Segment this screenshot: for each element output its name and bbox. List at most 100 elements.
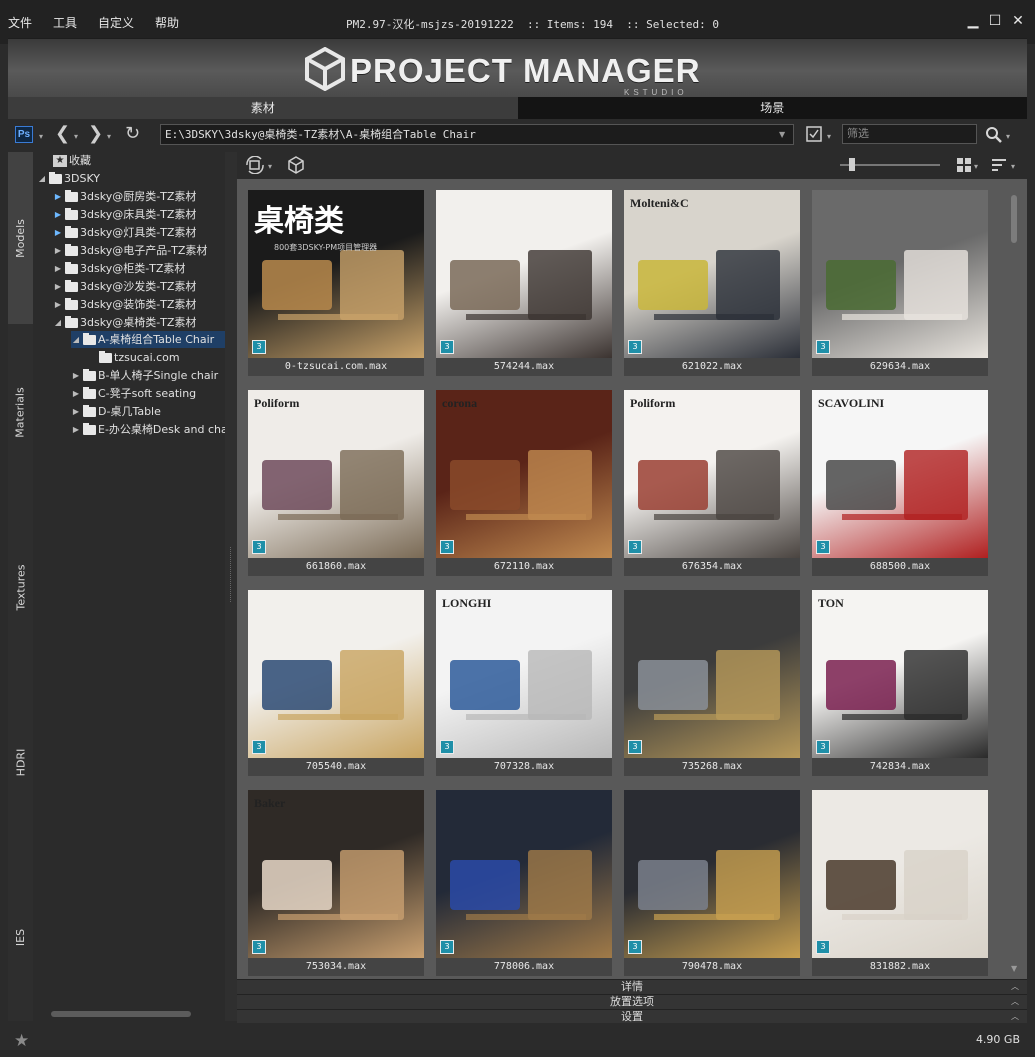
- collapse-arrow-icon[interactable]: ◢: [37, 170, 47, 187]
- panel-splitter[interactable]: [225, 152, 237, 1021]
- asset-card[interactable]: 3 735268.max: [624, 590, 800, 776]
- expand-arrow-icon[interactable]: ▶: [53, 296, 63, 313]
- tree-item[interactable]: ▶ 3dsky@厨房类-TZ素材: [53, 188, 196, 205]
- tree-item[interactable]: ▶ 3dsky@沙发类-TZ素材: [53, 278, 196, 295]
- path-input[interactable]: E:\3DSKY\3dsky@桌椅类-TZ素材\A-桌椅组合Table Chai…: [160, 124, 794, 145]
- checklist-dropdown-icon[interactable]: ▾: [827, 132, 831, 141]
- asset-thumbnail[interactable]: LONGHI 3: [436, 590, 612, 758]
- expand-arrow-icon[interactable]: ▶: [71, 421, 81, 438]
- tree-item[interactable]: ◢ 3dsky@桌椅类-TZ素材: [53, 314, 196, 331]
- asset-thumbnail[interactable]: SCAVOLINI 3: [812, 390, 988, 558]
- expand-arrow-icon[interactable]: ▶: [53, 224, 63, 241]
- asset-card[interactable]: 3 778006.max: [436, 790, 612, 976]
- back-dropdown-icon[interactable]: ▾: [74, 132, 78, 141]
- checklist-icon[interactable]: [806, 126, 824, 143]
- vtab-models[interactable]: Models: [8, 152, 33, 324]
- expand-icon[interactable]: ︿: [1011, 980, 1019, 994]
- expand-arrow-icon[interactable]: ▶: [53, 188, 63, 205]
- photoshop-icon[interactable]: Ps: [15, 126, 33, 143]
- refresh-icon[interactable]: ↻: [125, 125, 140, 143]
- asset-card[interactable]: 3 629634.max: [812, 190, 988, 376]
- asset-thumbnail[interactable]: 桌椅类 800套3DSKY-PM项目管理器 3: [248, 190, 424, 358]
- asset-thumbnail[interactable]: 3: [624, 590, 800, 758]
- menu-tools[interactable]: 工具: [53, 14, 77, 31]
- asset-card[interactable]: Baker 3 753034.max: [248, 790, 424, 976]
- asset-card[interactable]: LONGHI 3 707328.max: [436, 590, 612, 776]
- asset-thumbnail[interactable]: Poliform 3: [248, 390, 424, 558]
- filter-input[interactable]: 筛选: [842, 124, 977, 144]
- scrollbar-thumb[interactable]: [1011, 195, 1017, 243]
- asset-card[interactable]: Molteni&C 3 621022.max: [624, 190, 800, 376]
- asset-thumbnail[interactable]: Molteni&C 3: [624, 190, 800, 358]
- asset-thumbnail[interactable]: 3: [248, 590, 424, 758]
- tree-item[interactable]: ▶ C-凳子soft seating: [71, 385, 196, 402]
- asset-card[interactable]: 桌椅类 800套3DSKY-PM项目管理器 3 0-tzsucai.com.max: [248, 190, 424, 376]
- sort-dropdown-icon[interactable]: ▾: [1011, 162, 1015, 171]
- vtab-textures[interactable]: Textures: [8, 532, 33, 642]
- collapse-arrow-icon[interactable]: ◢: [71, 331, 81, 348]
- asset-thumbnail[interactable]: 3: [436, 190, 612, 358]
- maximize-button[interactable]: ☐: [988, 14, 1002, 28]
- asset-card[interactable]: SCAVOLINI 3 688500.max: [812, 390, 988, 576]
- view-dropdown-icon[interactable]: ▾: [974, 162, 978, 171]
- menu-customize[interactable]: 自定义: [98, 14, 134, 31]
- tree-item-selected[interactable]: ◢ A-桌椅组合Table Chair: [71, 331, 225, 348]
- asset-card[interactable]: 3 574244.max: [436, 190, 612, 376]
- expand-arrow-icon[interactable]: ▶: [53, 278, 63, 295]
- path-dropdown-icon[interactable]: ▼: [779, 130, 785, 139]
- vtab-materials[interactable]: Materials: [8, 357, 33, 467]
- asset-thumbnail[interactable]: 3: [624, 790, 800, 958]
- section-placement-options[interactable]: 放置选项 ︿: [237, 994, 1027, 1009]
- splitter-grip[interactable]: [230, 547, 232, 602]
- collapse-arrow-icon[interactable]: ◢: [53, 314, 63, 331]
- sync-icon[interactable]: [245, 156, 267, 174]
- expand-arrow-icon[interactable]: ▶: [53, 242, 63, 259]
- grid-view-icon[interactable]: [956, 157, 972, 173]
- tree-root-3dsky[interactable]: ◢ 3DSKY: [37, 170, 100, 187]
- asset-thumbnail[interactable]: 3: [812, 790, 988, 958]
- scroll-down-icon[interactable]: ▼: [1011, 964, 1017, 973]
- tree-horizontal-scrollbar[interactable]: [33, 1010, 225, 1018]
- asset-thumbnail[interactable]: TON 3: [812, 590, 988, 758]
- asset-card[interactable]: Poliform 3 661860.max: [248, 390, 424, 576]
- expand-icon[interactable]: ︿: [1011, 995, 1019, 1009]
- section-settings[interactable]: 设置 ︿: [237, 1009, 1027, 1023]
- tree-item[interactable]: ▶ D-桌几Table: [71, 403, 161, 420]
- close-button[interactable]: ✕: [1011, 14, 1025, 28]
- vtab-hdri[interactable]: HDRI: [8, 707, 33, 817]
- minimize-button[interactable]: ▁: [966, 14, 980, 28]
- tree-item[interactable]: ▶ 3dsky@装饰类-TZ素材: [53, 296, 196, 313]
- expand-arrow-icon[interactable]: ▶: [71, 403, 81, 420]
- asset-card[interactable]: 3 705540.max: [248, 590, 424, 776]
- forward-dropdown-icon[interactable]: ▾: [107, 132, 111, 141]
- favorite-star-icon[interactable]: ★: [14, 1031, 29, 1051]
- expand-arrow-icon[interactable]: ▶: [71, 385, 81, 402]
- forward-icon[interactable]: ❯: [88, 125, 103, 143]
- expand-arrow-icon[interactable]: ▶: [53, 206, 63, 223]
- search-dropdown-icon[interactable]: ▾: [1006, 132, 1010, 141]
- tree-item[interactable]: ▶ B-单人椅子Single chair: [71, 367, 218, 384]
- tree-item-child[interactable]: tzsucai.com: [99, 349, 180, 366]
- tab-scenes[interactable]: 场景: [517, 97, 1027, 119]
- asset-thumbnail[interactable]: 3: [436, 790, 612, 958]
- tree-item[interactable]: ▶ 3dsky@柜类-TZ素材: [53, 260, 185, 277]
- search-icon[interactable]: [985, 126, 1003, 144]
- section-details[interactable]: 详情 ︿: [237, 979, 1027, 994]
- sync-dropdown-icon[interactable]: ▾: [268, 162, 272, 171]
- expand-arrow-icon[interactable]: ▶: [71, 367, 81, 384]
- asset-card[interactable]: TON 3 742834.max: [812, 590, 988, 776]
- sort-icon[interactable]: [991, 157, 1007, 173]
- asset-card[interactable]: 3 790478.max: [624, 790, 800, 976]
- tree-favorites[interactable]: ★ 收藏: [53, 152, 91, 169]
- asset-thumbnail[interactable]: Baker 3: [248, 790, 424, 958]
- expand-icon[interactable]: ︿: [1011, 1010, 1019, 1024]
- asset-card[interactable]: 3 831882.max: [812, 790, 988, 976]
- menu-help[interactable]: 帮助: [155, 14, 179, 31]
- asset-thumbnail[interactable]: Poliform 3: [624, 390, 800, 558]
- grid-vertical-scrollbar[interactable]: [1009, 185, 1019, 975]
- expand-arrow-icon[interactable]: ▶: [53, 260, 63, 277]
- thumbnail-size-slider[interactable]: [840, 164, 940, 166]
- asset-card[interactable]: Poliform 3 676354.max: [624, 390, 800, 576]
- tree-item[interactable]: ▶ E-办公桌椅Desk and chair: [71, 421, 225, 438]
- tree-item[interactable]: ▶ 3dsky@床具类-TZ素材: [53, 206, 196, 223]
